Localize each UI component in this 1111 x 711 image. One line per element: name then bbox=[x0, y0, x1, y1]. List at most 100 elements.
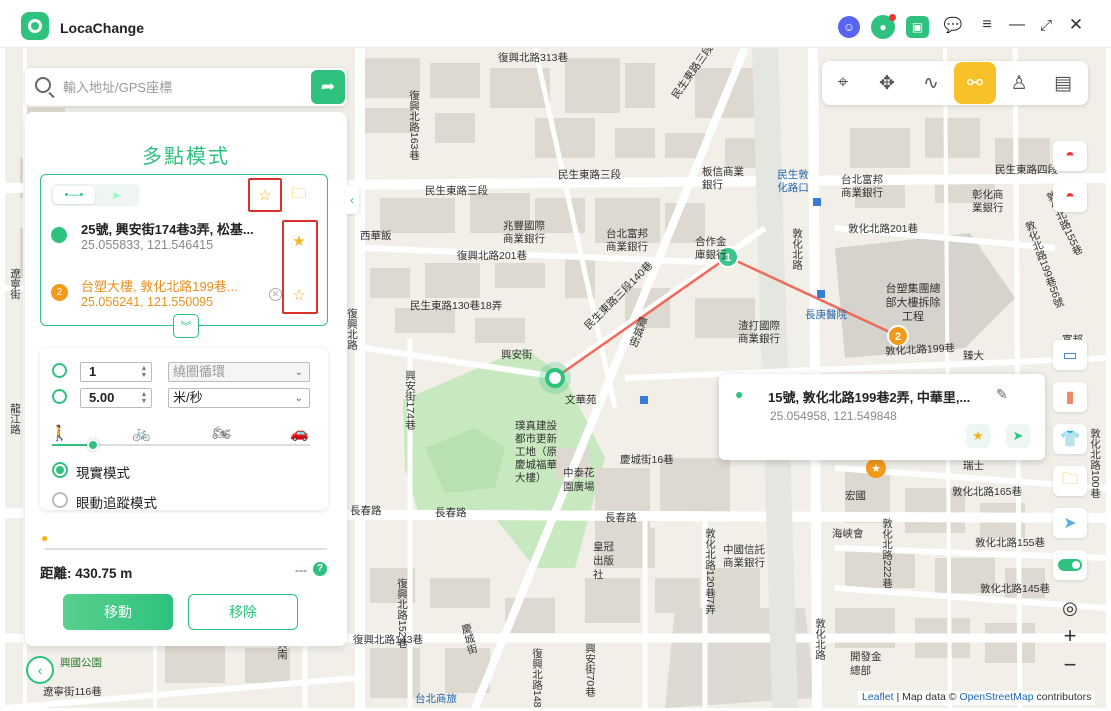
arrow-forward-icon: ➦ bbox=[320, 77, 336, 96]
app-name: LocaChange bbox=[60, 20, 145, 36]
popup-go-button[interactable]: ➤ bbox=[1006, 424, 1030, 448]
landmark-label: 長庚醫院 bbox=[805, 309, 847, 321]
leaflet-link[interactable]: Leaflet bbox=[862, 691, 894, 703]
teleport-mode-button[interactable]: ⌖ bbox=[822, 62, 864, 104]
landmark-label: 海峽會 bbox=[832, 528, 864, 540]
tshirt-icon: 👕 bbox=[1060, 431, 1080, 448]
route-straight-option[interactable]: •—• bbox=[53, 186, 95, 204]
history-button[interactable]: ▤ bbox=[1042, 62, 1084, 104]
notification-dot-icon bbox=[889, 14, 896, 21]
search-go-button[interactable]: ➦ bbox=[311, 70, 345, 104]
progress-pin-icon: ● bbox=[41, 531, 49, 545]
help-icon[interactable]: ? bbox=[313, 562, 327, 576]
landmark-label: 璞真建設都市更新工地（原慶城福華大樓） bbox=[515, 420, 557, 484]
multi-spot-mode-button[interactable]: ⚯ bbox=[954, 62, 996, 104]
street-label: 民生東路三段 bbox=[425, 185, 488, 197]
street-label: 長春路 bbox=[435, 507, 467, 519]
avatar-mode-button[interactable]: ♙ bbox=[998, 62, 1040, 104]
plus-icon: + bbox=[1063, 623, 1077, 648]
expand-list-button[interactable]: ︾ bbox=[173, 314, 199, 338]
loop-mode-select[interactable]: 繞圈循環 ⌄ bbox=[168, 362, 310, 382]
move-button[interactable]: 移動 bbox=[63, 594, 173, 630]
zoom-in-button[interactable]: + bbox=[1055, 622, 1085, 650]
landmark-label: 中泰花園廣場 bbox=[563, 467, 595, 493]
route-line-icon: •—• bbox=[64, 189, 84, 201]
bus-stop-marker bbox=[817, 290, 825, 298]
speed-gauge-icon bbox=[52, 389, 67, 404]
cards-button[interactable]: ▮ bbox=[1053, 382, 1087, 412]
skin-button[interactable]: 👕 bbox=[1053, 424, 1087, 454]
svg-text:★: ★ bbox=[871, 462, 881, 475]
multi-spot-panel: 多點模式 •—• ➤ ☆ 🗀 25號, 興安街174巷3弄, 松基... 25.… bbox=[25, 112, 347, 646]
speed-unit-select[interactable]: 米/秒 ⌄ bbox=[168, 388, 310, 408]
clear-icon[interactable]: ✕ bbox=[269, 288, 282, 301]
menu-icon[interactable]: ≡ bbox=[976, 14, 998, 36]
bank-label: 板信商業銀行 bbox=[702, 166, 744, 191]
import-gpx-button[interactable]: 🗀 bbox=[1053, 466, 1087, 496]
feedback-icon[interactable]: 💬 bbox=[942, 14, 964, 36]
motorcycle-icon[interactable]: 🏍 bbox=[212, 424, 231, 442]
back-button[interactable]: ‹ bbox=[26, 656, 54, 684]
car-icon[interactable]: 🚗 bbox=[290, 424, 309, 442]
street-label: 民生東路四段 bbox=[995, 164, 1058, 176]
street-label: 復興北路148巷 bbox=[531, 648, 543, 708]
stepper-arrows-icon[interactable]: ▲ ▼ bbox=[139, 365, 149, 379]
toggle-switch-button[interactable] bbox=[1053, 550, 1087, 580]
joystick-mode-button[interactable]: ✥ bbox=[866, 62, 908, 104]
location-info-popup: ● 15號, 敦化北路199巷2弄, 中華里,... 25.054958, 12… bbox=[719, 374, 1045, 460]
title-bar: LocaChange ☺ ● ▣ 💬 ≡ — ⤢ ✕ bbox=[0, 0, 1111, 48]
bank-label: 彰化商業銀行 bbox=[972, 189, 1004, 214]
waypoint-title: 台塑大樓, 敦化北路199巷... bbox=[81, 279, 238, 294]
account-icon[interactable]: ● bbox=[871, 14, 896, 39]
real-mode-label[interactable]: 現實模式 bbox=[76, 462, 130, 482]
street-label: 復興北路152巷 bbox=[396, 578, 408, 649]
walk-icon[interactable]: 🚶 bbox=[50, 424, 69, 442]
loop-count-stepper[interactable]: 1 ▲ ▼ bbox=[80, 362, 152, 382]
chevron-left-icon: ‹ bbox=[37, 662, 43, 678]
minimize-icon[interactable]: — bbox=[1006, 14, 1028, 36]
edit-note-icon[interactable]: ✎ bbox=[996, 386, 1008, 403]
current-location-marker[interactable] bbox=[545, 368, 565, 388]
zoom-out-button[interactable]: − bbox=[1055, 651, 1085, 679]
locate-me-button[interactable]: ◎ bbox=[1055, 594, 1085, 622]
send-button[interactable]: ➤ bbox=[1053, 508, 1087, 538]
street-label: 慶城街16巷 bbox=[620, 454, 674, 466]
remove-button[interactable]: 移除 bbox=[188, 594, 298, 630]
mode-toolbar: ⌖ ✥ ∿ ⚯ ♙ ▤ bbox=[822, 61, 1088, 105]
speed-slider-thumb[interactable] bbox=[87, 439, 100, 451]
pokemon-ball-button[interactable]: ◓ bbox=[1053, 141, 1087, 171]
bus-stop-marker bbox=[640, 396, 648, 404]
search-input[interactable] bbox=[63, 76, 303, 98]
stepper-arrows-icon[interactable]: ▲ ▼ bbox=[139, 391, 149, 405]
route-progress-bar: ● bbox=[41, 531, 327, 550]
landmark-label: 開發金總部 bbox=[850, 651, 882, 677]
osm-link[interactable]: OpenStreetMap bbox=[959, 691, 1033, 703]
landmark-label: 西華飯 bbox=[360, 230, 392, 242]
collapse-panel-button[interactable]: ‹ bbox=[345, 186, 359, 214]
bank-label: 台北富邦商業銀行 bbox=[606, 228, 648, 253]
device-screen-button[interactable]: ▭ bbox=[1053, 340, 1087, 370]
discord-icon[interactable]: ☺ bbox=[838, 16, 860, 38]
bike-icon[interactable]: 🚲 bbox=[132, 424, 151, 442]
street-label: 興安街 bbox=[501, 349, 533, 361]
popup-favorite-button[interactable]: ★ bbox=[966, 424, 990, 448]
pokemon-go-button[interactable]: ◓ bbox=[1053, 182, 1087, 212]
street-label: 復興北路201巷 bbox=[457, 250, 528, 262]
paper-plane-icon: ➤ bbox=[111, 189, 121, 202]
close-icon[interactable]: ✕ bbox=[1065, 14, 1087, 36]
fullscreen-icon[interactable]: ⤢ bbox=[1035, 14, 1057, 36]
street-label: 興安街70巷 bbox=[584, 643, 596, 697]
speed-stepper[interactable]: 5.00 ▲ ▼ bbox=[80, 388, 152, 408]
cards-icon: ▮ bbox=[1065, 389, 1075, 406]
import-folder-button[interactable]: 🗀 bbox=[286, 182, 312, 208]
speed-slider[interactable] bbox=[52, 439, 310, 451]
two-spot-mode-button[interactable]: ∿ bbox=[910, 62, 952, 104]
screen-icon: ▭ bbox=[1062, 347, 1078, 364]
landmark-label: 宏國 bbox=[845, 490, 866, 502]
eye-tracking-radio[interactable] bbox=[52, 492, 68, 508]
real-mode-radio[interactable] bbox=[52, 462, 68, 478]
search-icon bbox=[35, 77, 51, 93]
eye-tracking-label[interactable]: 眼動追蹤模式 bbox=[76, 492, 157, 512]
shop-icon[interactable]: ▣ bbox=[906, 16, 929, 38]
route-navigate-option[interactable]: ➤ bbox=[95, 186, 137, 204]
